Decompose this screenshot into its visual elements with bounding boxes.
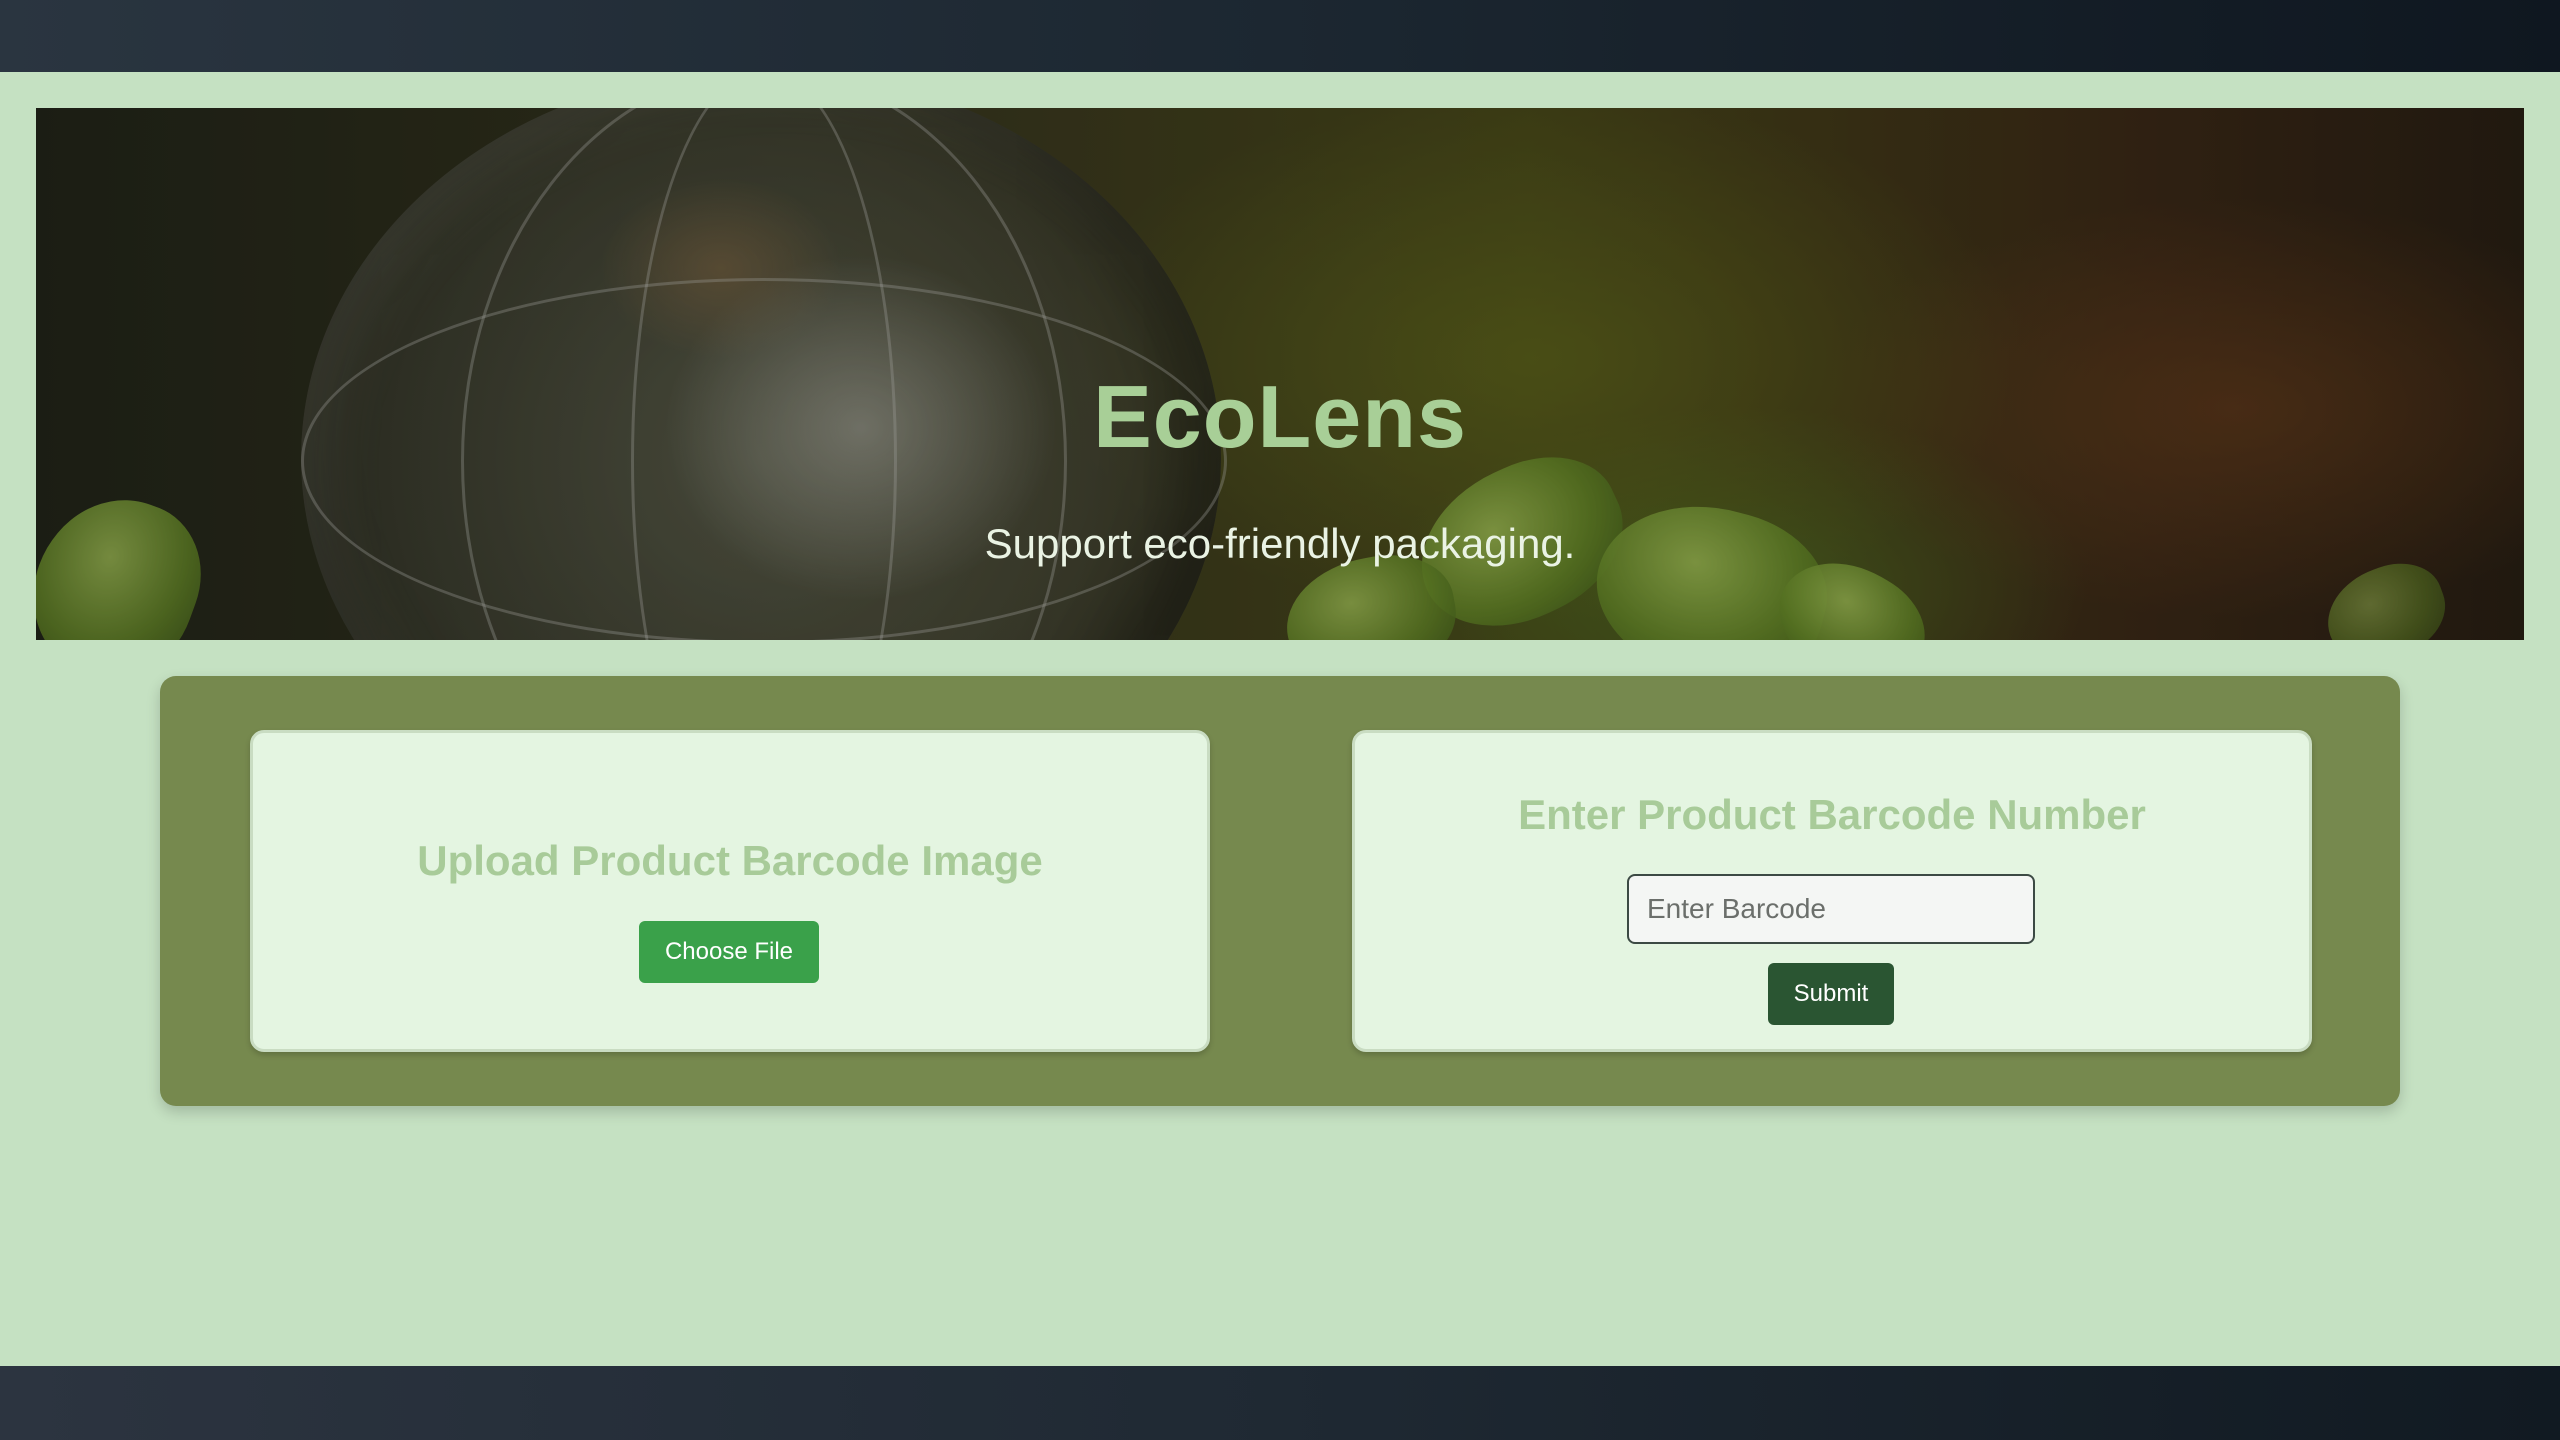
top-bar	[0, 0, 2560, 72]
bottom-bar	[0, 1366, 2560, 1440]
app-subtitle: Support eco-friendly packaging.	[984, 520, 1576, 567]
barcode-entry-heading: Enter Product Barcode Number	[1518, 791, 2146, 838]
hero-banner: EcoLens Support eco-friendly packaging.	[36, 108, 2524, 640]
barcode-panel: Upload Product Barcode Image Choose File…	[160, 676, 2400, 1106]
upload-card: Upload Product Barcode Image Choose File	[250, 730, 1210, 1052]
upload-heading: Upload Product Barcode Image	[417, 837, 1043, 884]
choose-file-button[interactable]: Choose File	[639, 921, 819, 983]
barcode-entry-card: Enter Product Barcode Number Submit	[1352, 730, 2312, 1052]
submit-button[interactable]: Submit	[1768, 963, 1894, 1025]
barcode-input[interactable]	[1627, 874, 2035, 944]
app-title: EcoLens	[1093, 367, 1467, 466]
